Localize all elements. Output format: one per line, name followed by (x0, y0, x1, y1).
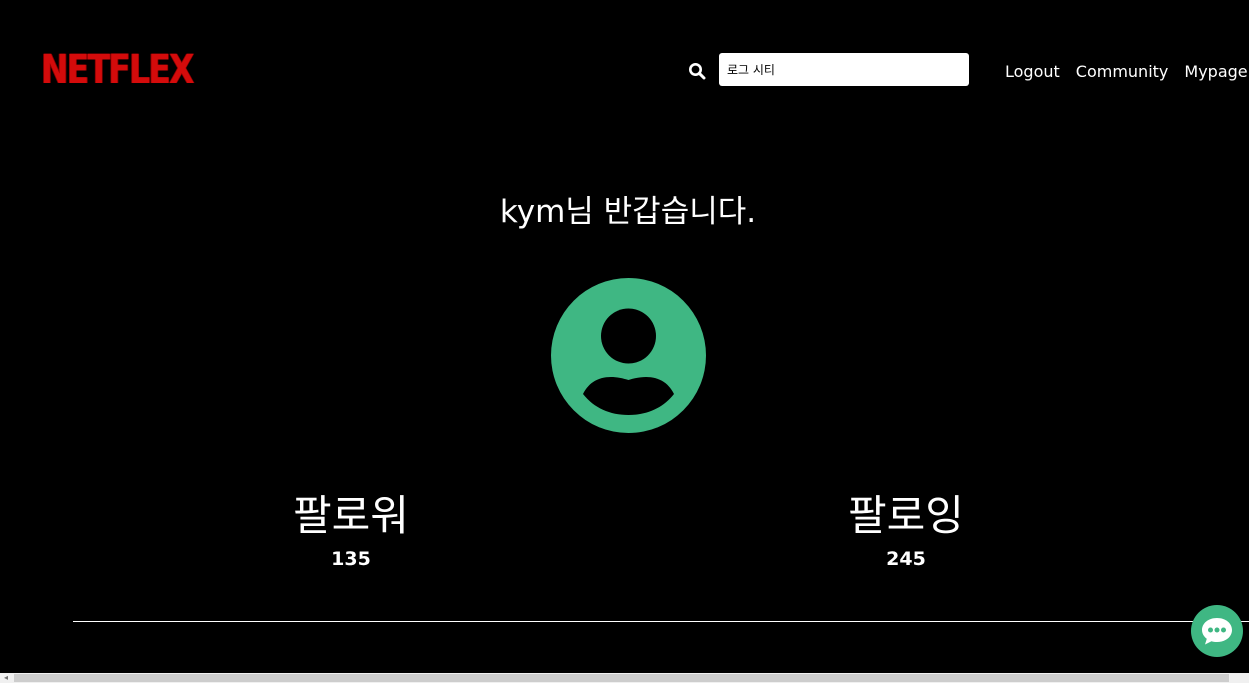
community-link[interactable]: Community (1076, 62, 1169, 81)
greeting-text: kym님 반갑습니다. (499, 194, 757, 230)
scroll-left-icon[interactable]: ◂ (1, 673, 11, 683)
user-avatar-icon (551, 278, 706, 433)
following-label: 팔로잉 (848, 491, 964, 540)
following-stat[interactable]: 팔로잉 245 (786, 488, 1026, 574)
search-icon[interactable] (688, 62, 706, 80)
search-input[interactable] (719, 53, 969, 86)
followers-label: 팔로워 (293, 491, 409, 540)
netflex-logo[interactable]: NETFLEX (41, 42, 194, 98)
horizontal-scrollbar[interactable]: ◂ (0, 673, 1249, 683)
following-count: 245 (886, 548, 926, 570)
scrollbar-thumb[interactable] (14, 674, 1229, 682)
top-nav: Logout Community Mypage (1005, 58, 1248, 84)
chat-button[interactable] (1191, 605, 1243, 657)
followers-stat[interactable]: 팔로워 135 (231, 488, 471, 574)
logout-link[interactable]: Logout (1005, 62, 1060, 81)
section-divider (73, 621, 1249, 622)
followers-count: 135 (331, 548, 371, 570)
mypage-link[interactable]: Mypage (1184, 62, 1247, 81)
mypage: NETFLEX Logout Community Mypage kym님 반갑습… (0, 0, 1249, 683)
chat-bubble-icon (1202, 618, 1232, 645)
